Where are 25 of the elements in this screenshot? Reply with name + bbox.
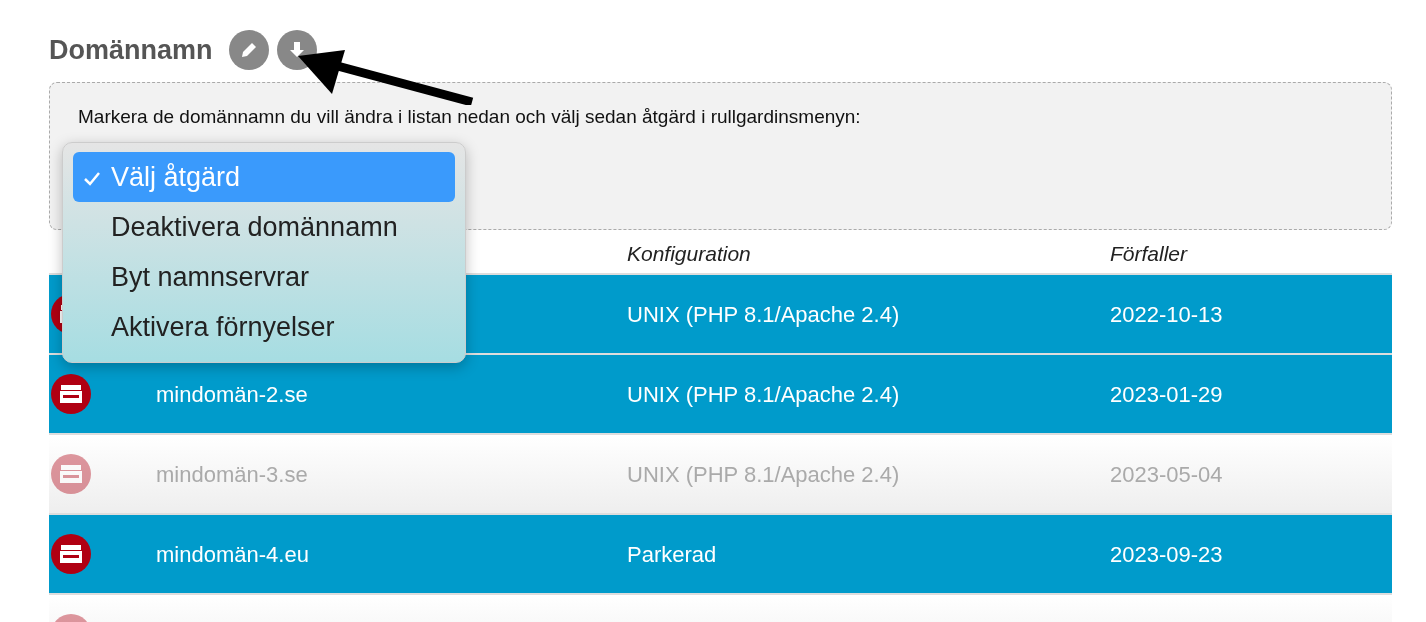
column-header: Förfaller	[1110, 241, 1189, 267]
table-cell-text: 2022-10-13	[1110, 300, 1224, 329]
menu-option[interactable]: Deaktivera domännamn	[73, 202, 455, 252]
menu-option[interactable]: Aktivera förnyelser	[73, 302, 455, 352]
menu-option[interactable]: Välj åtgärd	[73, 152, 455, 202]
table-cell-text: 2023-05-04	[1110, 460, 1224, 489]
web-box-icon	[50, 453, 92, 495]
edit-button[interactable]	[228, 30, 269, 70]
table-cell-text: mindomän-3.se	[156, 460, 309, 489]
table-cell-text: UNIX (PHP 8.1/Apache 2.4)	[627, 380, 901, 409]
page-heading: Domännamn	[49, 33, 213, 67]
table-cell-text: Parkerad	[627, 540, 718, 569]
table-cell-text: UNIX (PHP 8.1/Apache 2.4)	[627, 460, 901, 489]
table-row[interactable]: mindomän-2.se UNIX (PHP 8.1/Apache 2.4) 2023-01-29	[49, 355, 1392, 435]
table-cell-text: mindomän-4.eu	[156, 540, 310, 569]
table-cell-text: UNIX (PHP 8.1/Apache 2.4)	[627, 300, 901, 329]
web-box-icon	[50, 373, 92, 415]
table-cell-text: 2023-01-29	[1110, 380, 1224, 409]
column-header: Konfiguration	[627, 241, 752, 267]
checkmark-icon	[83, 170, 101, 187]
web-box-icon	[50, 533, 92, 575]
table-row[interactable]: mindomän-4.eu Parkerad 2023-09-23	[49, 515, 1392, 595]
instruction-text: Markera de domännamn du vill ändra i listan nedan och välj sedan åtgärd i rullgardinsmenyn:	[78, 105, 862, 129]
table-cell-text: 2023-09-23	[1110, 540, 1224, 569]
table-cell-text: mindomän-2.se	[156, 380, 309, 409]
